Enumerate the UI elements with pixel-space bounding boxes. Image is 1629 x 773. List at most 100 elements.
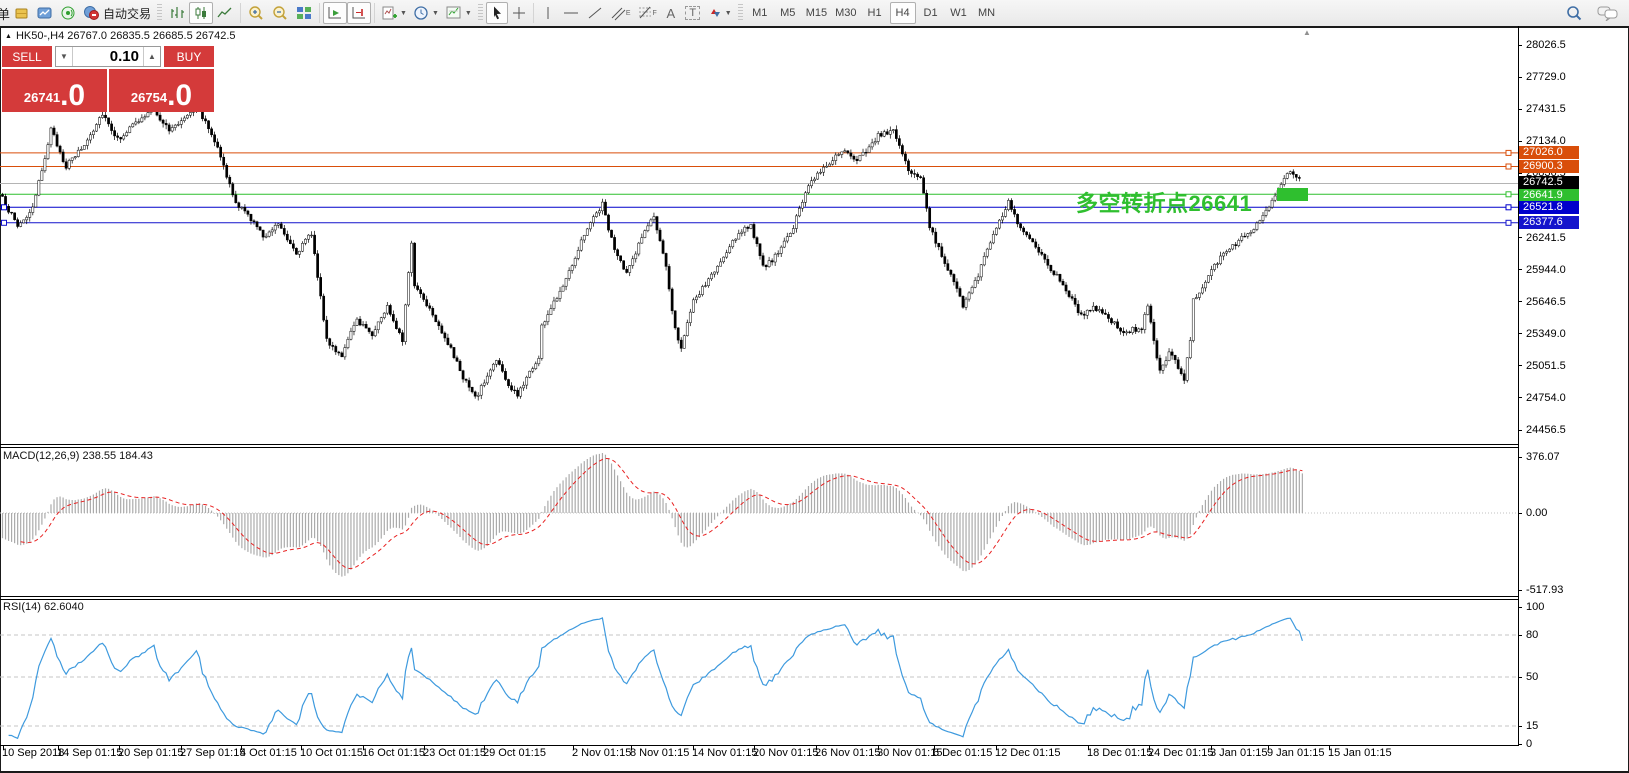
line-handle[interactable] xyxy=(2,205,7,210)
templates-button[interactable]: ▼ xyxy=(442,2,475,24)
y-axis-tick xyxy=(1518,109,1522,110)
collapse-triangle-icon[interactable]: ▲ xyxy=(5,33,12,40)
y-axis-tick xyxy=(1518,141,1522,142)
y-axis-tick xyxy=(1518,397,1522,398)
buy-price-button[interactable]: 26754.0 xyxy=(109,69,214,112)
chat-icon[interactable] xyxy=(1597,5,1619,21)
rsi-axis-tick xyxy=(1518,744,1522,745)
y-axis-tick xyxy=(1518,301,1522,302)
main-price-pane[interactable] xyxy=(0,26,1518,446)
volume-input[interactable]: 0.10 xyxy=(73,47,143,66)
candlestick-chart-button[interactable] xyxy=(189,2,213,24)
search-icon[interactable] xyxy=(1565,5,1583,22)
chart-shift-marker[interactable]: ▲ xyxy=(1303,28,1311,37)
timeframe-button-w1[interactable]: W1 xyxy=(946,2,972,24)
rsi-label: RSI(14) 62.6040 xyxy=(3,601,84,613)
package-icon[interactable] xyxy=(10,2,33,24)
macd-axis-tick xyxy=(1518,457,1522,458)
line-handle[interactable] xyxy=(1506,164,1511,169)
toolbar-separator xyxy=(374,3,375,23)
rsi-axis-label: 100 xyxy=(1526,601,1544,613)
horizontal-line-button[interactable] xyxy=(559,2,583,24)
line-chart-button[interactable] xyxy=(213,2,237,24)
chart-upload-icon[interactable] xyxy=(33,2,57,24)
sell-button[interactable]: SELL xyxy=(2,46,52,67)
zoom-out-button[interactable] xyxy=(268,2,292,24)
x-axis-label: 20 Sep 01:15 xyxy=(118,747,183,759)
zoom-out-icon xyxy=(271,5,289,22)
chart-upload-icon xyxy=(36,5,54,21)
periods-button[interactable]: ▼ xyxy=(410,2,442,24)
dropdown-arrow-icon: ▼ xyxy=(432,10,439,17)
timeframe-button-mn[interactable]: MN xyxy=(974,2,1000,24)
price-line-label: 26742.5 xyxy=(1519,176,1579,189)
line-chart-icon xyxy=(216,5,234,21)
price-line-label: 27026.0 xyxy=(1519,146,1579,159)
text-label-button[interactable]: T xyxy=(682,2,704,24)
text-icon: A xyxy=(666,6,675,21)
rsi-axis-label: 15 xyxy=(1526,720,1538,732)
y-axis-tick xyxy=(1518,333,1522,334)
macd-axis-label: 376.07 xyxy=(1526,451,1560,463)
y-axis-label: 24754.0 xyxy=(1526,392,1566,404)
y-axis-label: 25051.5 xyxy=(1526,360,1566,372)
macd-label: MACD(12,26,9) 238.55 184.43 xyxy=(3,450,153,462)
bar-chart-button[interactable] xyxy=(165,2,189,24)
x-axis-label: 10 Sep 2018 xyxy=(2,747,64,759)
fibonacci-button[interactable]: F xyxy=(634,2,660,24)
template-icon xyxy=(445,5,463,21)
toolbar-separator xyxy=(319,3,320,23)
tile-windows-button[interactable] xyxy=(292,2,316,24)
line-handle[interactable] xyxy=(1506,150,1511,155)
one-click-trading-panel: SELL ▼ 0.10 ▲ BUY 26741.0 26754.0 xyxy=(2,46,214,112)
auto-scroll-button[interactable] xyxy=(323,2,347,24)
macd-axis-tick xyxy=(1518,590,1522,591)
zoom-in-button[interactable] xyxy=(244,2,268,24)
line-handle[interactable] xyxy=(1506,205,1511,210)
timeframe-button-h4[interactable]: H4 xyxy=(890,2,916,24)
trendline-button[interactable] xyxy=(583,2,607,24)
x-axis-label: 18 Dec 01:15 xyxy=(1087,747,1152,759)
buy-price-main: 26754 xyxy=(131,86,167,110)
buy-button[interactable]: BUY xyxy=(164,46,214,67)
y-axis-label: 26241.5 xyxy=(1526,232,1566,244)
x-axis-label: 10 Oct 01:15 xyxy=(300,747,363,759)
auto-trading-button[interactable]: 自动交易 xyxy=(80,2,154,24)
rsi-pane[interactable] xyxy=(0,600,1518,746)
timeframe-button-m15[interactable]: M15 xyxy=(803,2,830,24)
timeframe-button-d1[interactable]: D1 xyxy=(918,2,944,24)
vertical-line-button[interactable] xyxy=(537,2,559,24)
volume-decrease-button[interactable]: ▼ xyxy=(56,47,73,66)
timeframe-button-m30[interactable]: M30 xyxy=(832,2,859,24)
annotation-note[interactable]: 多空转折点26641 xyxy=(1076,186,1252,218)
annotation-rectangle[interactable] xyxy=(1277,188,1308,201)
x-axis-label: 6 Dec 01:15 xyxy=(933,747,992,759)
text-label-icon: T xyxy=(685,6,700,20)
crosshair-button[interactable] xyxy=(508,2,530,24)
macd-axis-label: 0.00 xyxy=(1526,507,1547,519)
sell-price-button[interactable]: 26741.0 xyxy=(2,69,107,112)
timeframe-button-m5[interactable]: M5 xyxy=(775,2,801,24)
timeframe-button-h1[interactable]: H1 xyxy=(862,2,888,24)
line-handle[interactable] xyxy=(2,220,7,225)
chart-shift-button[interactable] xyxy=(347,2,371,24)
signal-icon[interactable] xyxy=(57,2,80,24)
rsi-axis-label: 50 xyxy=(1526,671,1538,683)
timeframe-button-m1[interactable]: M1 xyxy=(747,2,773,24)
volume-increase-button[interactable]: ▲ xyxy=(143,47,160,66)
arrows-button[interactable]: ▼ xyxy=(704,2,735,24)
zoom-in-icon xyxy=(247,5,265,22)
x-axis-label: 16 Oct 01:15 xyxy=(362,747,425,759)
rsi-axis-label: 0 xyxy=(1526,738,1532,750)
new-order-button[interactable]: 单 xyxy=(0,4,10,23)
channel-button[interactable]: E xyxy=(607,2,634,24)
toolbar-grip xyxy=(157,4,162,22)
line-handle[interactable] xyxy=(1506,192,1511,197)
indicators-button[interactable]: ▼ xyxy=(378,2,410,24)
main-toolbar: 单 自动交易 ▼ ▼ xyxy=(0,0,1629,27)
cursor-button[interactable] xyxy=(486,2,508,24)
line-handle[interactable] xyxy=(1506,220,1511,225)
text-button[interactable]: A xyxy=(660,2,682,24)
macd-pane[interactable] xyxy=(0,448,1518,596)
macd-axis-label: -517.93 xyxy=(1526,584,1563,596)
